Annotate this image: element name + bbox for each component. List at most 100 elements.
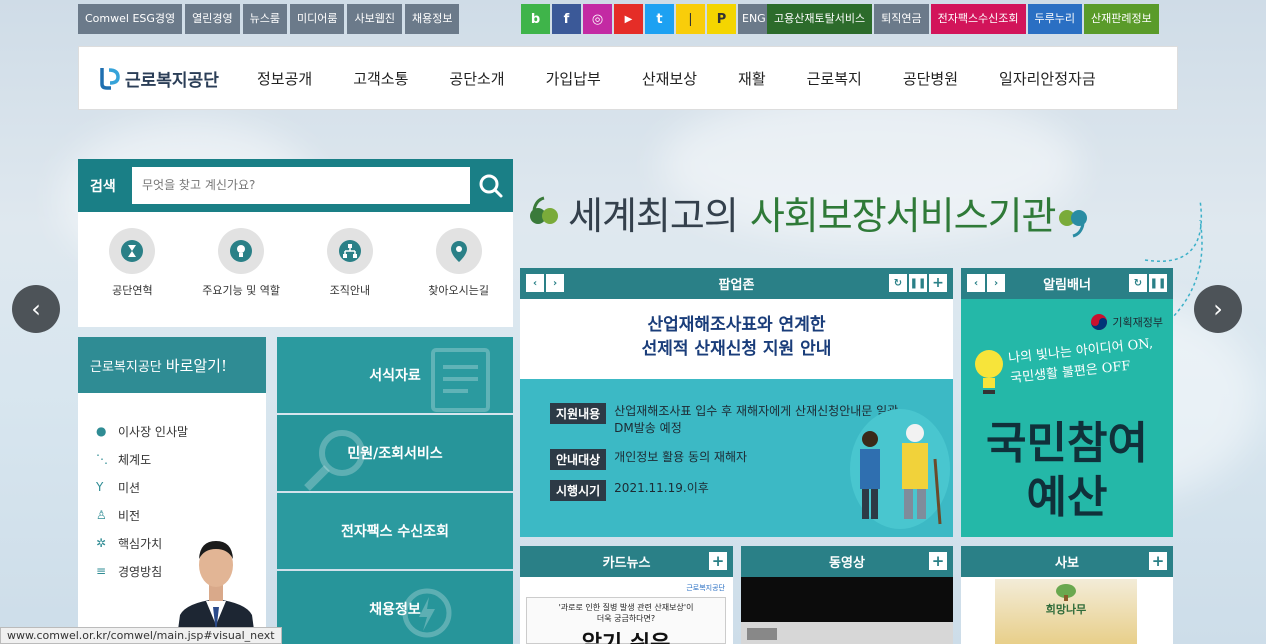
quick-link-history[interactable]: 공단연혁 (82, 228, 182, 298)
menu-item-compensation[interactable]: 산재보상 (642, 68, 697, 89)
taegeuk-icon (1091, 314, 1108, 330)
instagram-icon[interactable]: ◎ (583, 4, 612, 34)
popup-row: 시행시기 2021.11.19.이후 (550, 480, 709, 501)
popup-info-area: 지원내용 산업재해조사표 입수 후 재해자에게 산재신청안내문 일괄 DM발송 … (520, 379, 953, 537)
facebook-icon[interactable]: f (552, 4, 581, 34)
visual-prev-button[interactable]: ‹ (12, 285, 60, 333)
alert-prev-button[interactable]: ‹ (967, 274, 985, 292)
about-item-structure[interactable]: ⋱ 체계도 (96, 445, 266, 473)
quick-link-organization[interactable]: 조직안내 (300, 228, 400, 298)
alert-slide[interactable]: 기획재정부 나의 빛나는 아이디어 ON, 국민생활 불편은 OFF 국민참여 … (961, 299, 1173, 537)
alert-slogan: 나의 빛나는 아이디어 ON, 국민생활 불편은 OFF (1007, 336, 1154, 387)
about-item-mission[interactable]: Y 미션 (96, 473, 266, 501)
popup-row-key: 지원내용 (550, 403, 607, 424)
core-value-icon: ✲ (96, 536, 107, 550)
english-link[interactable]: ENG (738, 4, 770, 34)
blog-icon[interactable]: b (521, 4, 550, 34)
service-link-pension[interactable]: 퇴직연금 (874, 4, 929, 34)
twitter-icon[interactable]: t (645, 4, 674, 34)
card-news-logo: 근로복지공단 (686, 584, 725, 592)
popup-next-button[interactable]: › (546, 274, 564, 292)
teal-item-efax[interactable]: 전자팩스 수신조회 (277, 493, 513, 569)
menu-item-job-fund[interactable]: 일자리안정자금 (999, 68, 1096, 89)
video-box: 동영상 + (741, 546, 953, 644)
popup-zone-header: ‹ › 팝업존 ↻ ❚❚ + (520, 268, 953, 299)
search-button[interactable] (472, 167, 510, 205)
sabo-title: 사보 (1055, 556, 1079, 571)
youtube-icon[interactable]: ▶ (614, 4, 643, 34)
menu-item-payment[interactable]: 가입납부 (546, 68, 601, 89)
video-more-button[interactable]: + (929, 552, 947, 570)
teal-item-label: 전자팩스 수신조회 (341, 524, 449, 540)
sabo-box: 사보 + 희망나무 (961, 546, 1173, 644)
browser-status-url: www.comwel.or.kr/comwel/main.jsp#visual_… (0, 627, 282, 644)
alert-next-button[interactable]: › (987, 274, 1005, 292)
sabo-cover-title: 희망나무 (1045, 603, 1087, 616)
main-headline: 세계최고의 사회보장서비스기관 (528, 182, 1091, 242)
video-title: 동영상 (829, 556, 865, 571)
menu-item-rehab[interactable]: 재활 (738, 68, 766, 89)
top-link-newsroom[interactable]: 뉴스룸 (242, 4, 287, 34)
teal-item-label: 서식자료 (369, 368, 421, 384)
search-panel: 검색 무엇을 찾고 계신가요? 공단연혁 주요기능 및 역할 조직안내 찾아오시… (78, 159, 513, 327)
site-logo[interactable]: 근로복지공단 (99, 66, 249, 91)
popup-refresh-button[interactable]: ↻ (889, 274, 907, 292)
alert-banner-title: 알림배너 (1043, 278, 1091, 293)
about-item-label: 비전 (118, 508, 141, 523)
structure-icon: ⋱ (96, 452, 108, 466)
top-link-open-management[interactable]: 열린경영 (185, 4, 240, 34)
search-input[interactable]: 무엇을 찾고 계신가요? (132, 167, 470, 204)
alert-banner: ‹ › 알림배너 ↻ ❚❚ 기획재정부 나의 빛나는 아이디어 ON, 국민생활… (961, 268, 1173, 537)
about-item-greeting[interactable]: ● 이사장 인사말 (96, 417, 266, 445)
about-title: 근로복지공단 (90, 359, 162, 375)
lightbulb-icon (975, 350, 1003, 394)
quick-link-directions[interactable]: 찾아오시는길 (409, 228, 509, 298)
ministry-name: 기획재정부 (1112, 316, 1163, 329)
popup-controls: ↻ ❚❚ + (889, 274, 947, 292)
popup-nav: ‹ › (526, 274, 564, 292)
popup-more-button[interactable]: + (929, 274, 947, 292)
teal-item-label: 민원/조회서비스 (347, 446, 443, 462)
card-news-thumbnail[interactable]: 근로복지공단 '과로로 인한 질병 발생 관련 산재보상'이 더욱 궁금하다면?… (520, 577, 733, 644)
top-link-mediaroom[interactable]: 미디어룸 (290, 4, 345, 34)
popup-heading-line1: 산업재해조사표와 연계한 (647, 315, 826, 335)
card-news-more-button[interactable]: + (709, 552, 727, 570)
about-item-label: 미션 (118, 480, 141, 495)
alert-pause-button[interactable]: ❚❚ (1149, 274, 1167, 292)
document-icon (431, 348, 490, 412)
popup-slide[interactable]: 산업재해조사표와 연계한 선제적 산재신청 지원 안내 지원내용 산업재해조사표… (520, 299, 953, 537)
teal-item-civil-service[interactable]: 민원/조회서비스 (277, 415, 513, 491)
menu-item-welfare[interactable]: 근로복지 (807, 68, 862, 89)
popup-prev-button[interactable]: ‹ (526, 274, 544, 292)
menu-item-info[interactable]: 정보공개 (257, 68, 312, 89)
sabo-thumbnail[interactable]: 희망나무 (961, 577, 1173, 644)
about-title-script: 바로알기! (165, 356, 227, 375)
sabo-more-button[interactable]: + (1149, 552, 1167, 570)
menu-item-customer[interactable]: 고객소통 (353, 68, 408, 89)
video-player[interactable] (741, 577, 953, 644)
service-link-efax[interactable]: 전자팩스수신조회 (930, 4, 1026, 34)
teal-item-recruit[interactable]: 채용정보 (277, 571, 513, 644)
top-link-esg[interactable]: Comwel ESG경영 (78, 4, 183, 34)
service-link-durunuri[interactable]: 두루누리 (1027, 4, 1083, 34)
top-utility-links: Comwel ESG경영 열린경영 뉴스룸 미디어룸 사보웹진 채용정보 (78, 4, 460, 34)
service-link-precedent[interactable]: 산재판례정보 (1084, 4, 1159, 34)
popup-pause-button[interactable]: ❚❚ (909, 274, 927, 292)
about-item-label: 경영방침 (118, 564, 163, 579)
teal-item-forms[interactable]: 서식자료 (277, 337, 513, 413)
about-item-label: 핵심가치 (118, 536, 163, 551)
quick-links: 공단연혁 주요기능 및 역할 조직안내 찾아오시는길 (78, 212, 513, 298)
service-link-total[interactable]: 고용산재토탈서비스 (767, 4, 873, 34)
quick-link-role[interactable]: 주요기능 및 역할 (191, 228, 291, 298)
card-news-line2: 더욱 궁금하다면? (596, 614, 656, 623)
alert-refresh-button[interactable]: ↻ (1129, 274, 1147, 292)
menu-item-about[interactable]: 공단소개 (449, 68, 504, 89)
kakao-story-icon[interactable]: ❘ (676, 4, 705, 34)
search-label: 검색 (90, 178, 116, 195)
kakao-pay-icon[interactable]: P (707, 4, 736, 34)
menu-item-hospital[interactable]: 공단병원 (903, 68, 958, 89)
top-link-recruit[interactable]: 채용정보 (404, 4, 460, 34)
top-link-webzine[interactable]: 사보웹진 (347, 4, 402, 34)
popup-heading-line2: 선제적 산재신청 지원 안내 (641, 339, 832, 359)
search-icon (479, 174, 503, 197)
